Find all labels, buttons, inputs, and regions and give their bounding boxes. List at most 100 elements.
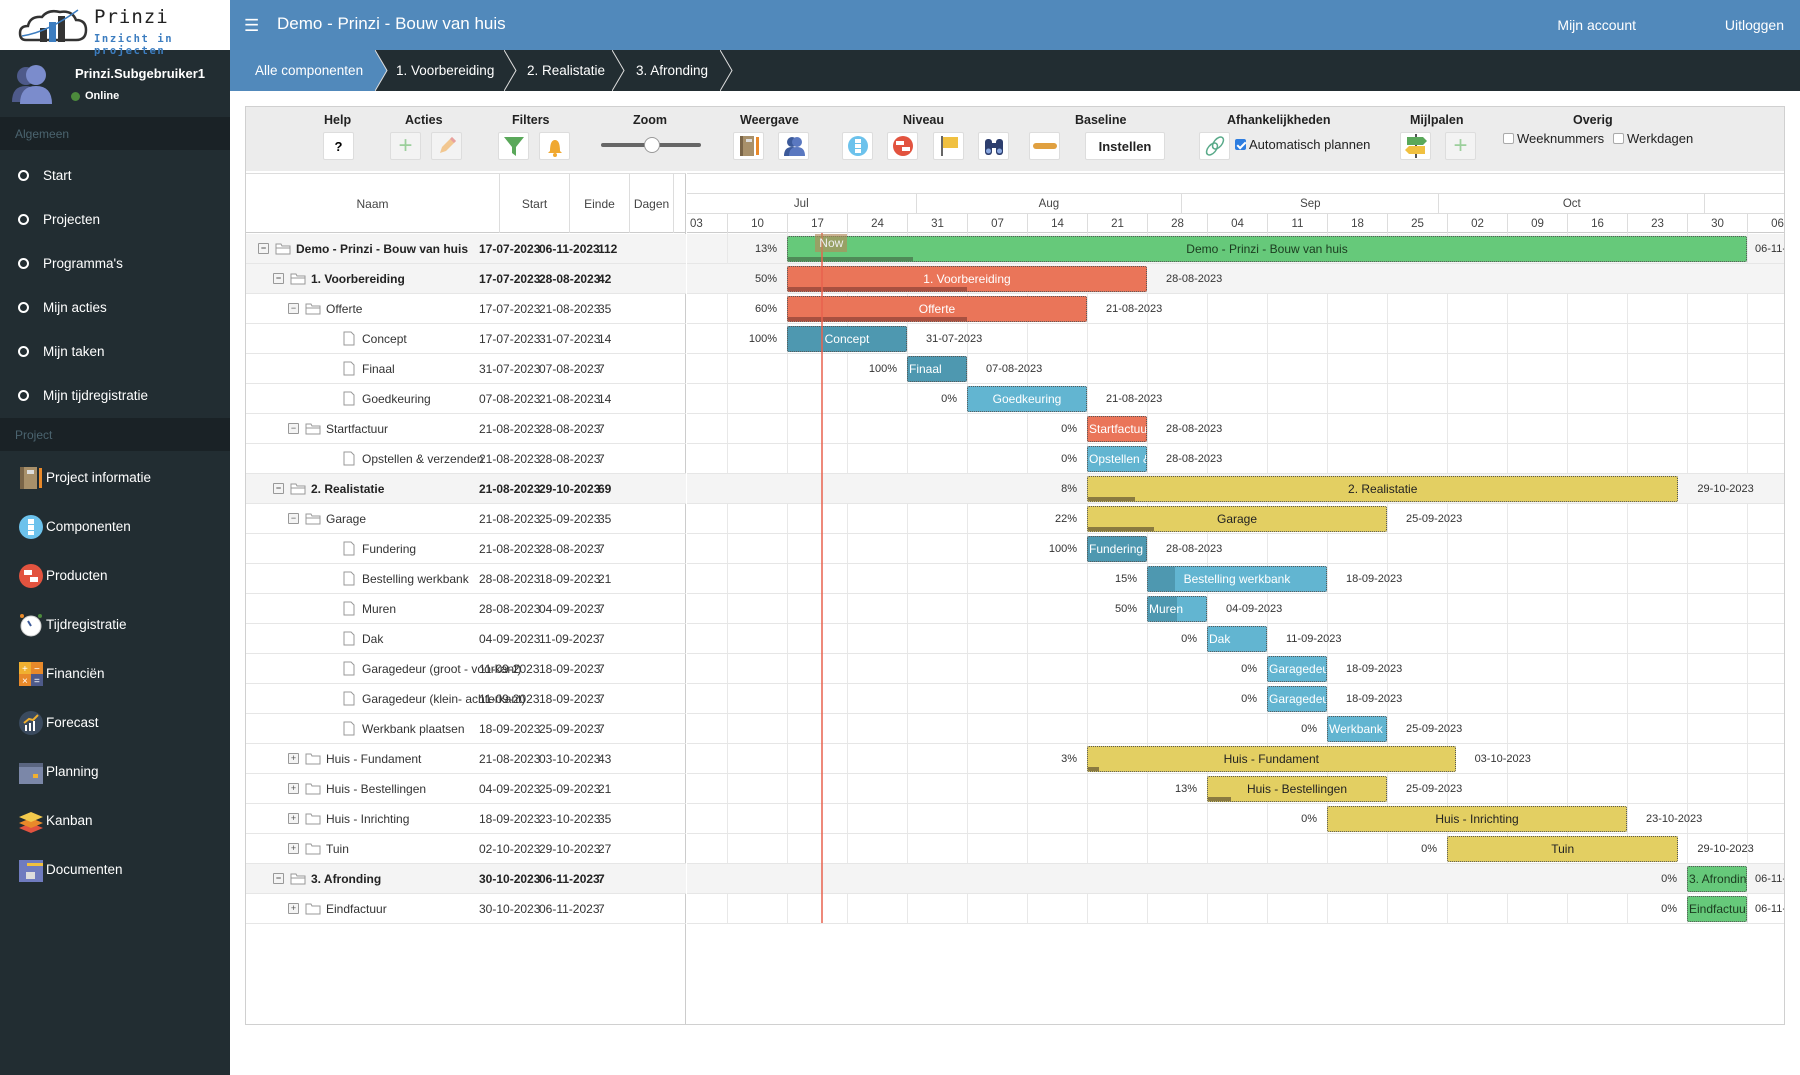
task-bar[interactable]: Demo - Prinzi - Bouw van huis bbox=[787, 236, 1747, 262]
breadcrumb-voorbereiding[interactable]: 1. Voorbereiding bbox=[396, 50, 508, 91]
task-bar[interactable]: Dak bbox=[1207, 626, 1267, 652]
weeknummers-checkbox-box[interactable] bbox=[1503, 133, 1514, 144]
task-bar[interactable]: Garagedeur (groot - voorkant) bbox=[1267, 656, 1327, 682]
notifications-filter-button[interactable] bbox=[539, 132, 570, 160]
task-bar[interactable]: Werkbank plaatsen bbox=[1327, 716, 1387, 742]
dependencies-button[interactable] bbox=[1199, 132, 1230, 160]
logo[interactable]: Prinzi Inzicht in projecten bbox=[0, 0, 230, 57]
table-row[interactable]: − Startfactuur 21-08-2023 28-08-2023 7 bbox=[246, 414, 686, 444]
task-bar[interactable]: Huis - Bestellingen bbox=[1207, 776, 1387, 802]
baseline-set-button[interactable]: Instellen bbox=[1085, 132, 1165, 160]
table-row[interactable]: + Huis - Fundament 21-08-2023 03-10-2023 43 bbox=[246, 744, 686, 774]
collapse-toggle-icon[interactable]: − bbox=[273, 483, 284, 494]
task-bar[interactable]: 1. Voorbereiding bbox=[787, 266, 1147, 292]
task-bar[interactable]: Huis - Inrichting bbox=[1327, 806, 1627, 832]
collapse-toggle-icon[interactable]: − bbox=[273, 873, 284, 884]
milestones-button[interactable] bbox=[1400, 132, 1431, 160]
table-row[interactable]: − 1. Voorbereiding 17-07-2023 28-08-2023 42 bbox=[246, 264, 686, 294]
edit-button[interactable] bbox=[431, 132, 462, 160]
table-row[interactable]: + Huis - Inrichting 18-09-2023 23-10-2023 35 bbox=[246, 804, 686, 834]
table-row[interactable]: Concept 17-07-2023 31-07-2023 14 bbox=[246, 324, 686, 354]
table-row[interactable]: Werkbank plaatsen 18-09-2023 25-09-2023 7 bbox=[246, 714, 686, 744]
sidebar-item-programmas[interactable]: Programma's bbox=[0, 241, 230, 285]
task-bar[interactable]: Startfactuur bbox=[1087, 416, 1147, 442]
zoom-slider-handle[interactable] bbox=[644, 137, 660, 153]
collapse-toggle-icon[interactable]: − bbox=[288, 303, 299, 314]
column-header-end[interactable]: Einde bbox=[570, 174, 630, 233]
sidebar-item-project-informatie[interactable]: Project informatie bbox=[0, 453, 230, 502]
task-bar[interactable]: Bestelling werkbank bbox=[1147, 566, 1327, 592]
task-bar[interactable]: 3. Afronding bbox=[1687, 866, 1747, 892]
level-search-button[interactable] bbox=[978, 132, 1009, 160]
table-row[interactable]: + Eindfactuur 30-10-2023 06-11-2023 7 bbox=[246, 894, 686, 924]
table-row[interactable]: Dak 04-09-2023 11-09-2023 7 bbox=[246, 624, 686, 654]
task-bar[interactable]: Garage bbox=[1087, 506, 1387, 532]
collapse-toggle-icon[interactable]: − bbox=[288, 423, 299, 434]
hamburger-icon[interactable]: ☰ bbox=[244, 16, 259, 36]
task-bar[interactable]: Muren bbox=[1147, 596, 1207, 622]
table-row[interactable]: Garagedeur (klein- achterkant) 11-09-2023… bbox=[246, 684, 686, 714]
task-bar[interactable]: Garagedeur (klein- achterkant) bbox=[1267, 686, 1327, 712]
sidebar-item-kanban[interactable]: Kanban bbox=[0, 796, 230, 845]
filter-button[interactable] bbox=[498, 132, 529, 160]
expand-toggle-icon[interactable]: + bbox=[288, 783, 299, 794]
expand-toggle-icon[interactable]: + bbox=[288, 753, 299, 764]
sidebar-item-componenten[interactable]: Componenten bbox=[0, 502, 230, 551]
task-bar[interactable]: Finaal bbox=[907, 356, 967, 382]
task-bar[interactable]: Eindfactuur bbox=[1687, 896, 1747, 922]
collapse-toggle-icon[interactable]: − bbox=[288, 513, 299, 524]
baseline-toggle-button[interactable] bbox=[1029, 132, 1060, 160]
sidebar-item-financien[interactable]: + − × = Financiën bbox=[0, 649, 230, 698]
task-bar[interactable]: Huis - Fundament bbox=[1087, 746, 1456, 772]
werkdagen-checkbox-box[interactable] bbox=[1613, 133, 1624, 144]
task-bar[interactable]: Tuin bbox=[1447, 836, 1679, 862]
sidebar-item-forecast[interactable]: Forecast bbox=[0, 698, 230, 747]
sidebar-item-start[interactable]: Start bbox=[0, 153, 230, 197]
table-row[interactable]: Opstellen & verzenden 21-08-2023 28-08-202… bbox=[246, 444, 686, 474]
column-header-days[interactable]: Dagen bbox=[630, 174, 674, 233]
table-row[interactable]: Bestelling werkbank 28-08-2023 18-09-2023 2… bbox=[246, 564, 686, 594]
help-button[interactable]: ? bbox=[323, 132, 354, 160]
task-bar[interactable]: Fundering bbox=[1087, 536, 1147, 562]
task-bar[interactable]: Concept bbox=[787, 326, 907, 352]
add-button[interactable]: + bbox=[390, 132, 421, 160]
sidebar-item-planning[interactable]: Planning bbox=[0, 747, 230, 796]
logout-link[interactable]: Uitloggen bbox=[1725, 17, 1784, 33]
werkdagen-checkbox[interactable]: Werkdagen bbox=[1613, 131, 1693, 146]
table-row[interactable]: Finaal 31-07-2023 07-08-2023 7 bbox=[246, 354, 686, 384]
sidebar-item-producten[interactable]: Producten bbox=[0, 551, 230, 600]
table-row[interactable]: + Huis - Bestellingen 04-09-2023 25-09-2023… bbox=[246, 774, 686, 804]
task-bar[interactable]: Goedkeuring bbox=[967, 386, 1087, 412]
table-row[interactable]: − Demo - Prinzi - Bouw van huis 17-07-2023… bbox=[246, 234, 686, 264]
auto-plan-checkbox-box[interactable] bbox=[1235, 139, 1246, 150]
level-milestones-button[interactable] bbox=[933, 132, 964, 160]
task-bar[interactable]: Opstellen & verzenden bbox=[1087, 446, 1147, 472]
table-row[interactable]: − Offerte 17-07-2023 21-08-2023 35 bbox=[246, 294, 686, 324]
zoom-slider[interactable] bbox=[601, 137, 701, 153]
level-products-button[interactable] bbox=[887, 132, 918, 160]
view-resources-button[interactable] bbox=[778, 132, 809, 160]
sidebar-item-mijn-acties[interactable]: Mijn acties bbox=[0, 285, 230, 329]
table-row[interactable]: Goedkeuring 07-08-2023 21-08-2023 14 bbox=[246, 384, 686, 414]
task-bar[interactable]: Offerte bbox=[787, 296, 1087, 322]
task-bar[interactable]: 2. Realistatie bbox=[1087, 476, 1679, 502]
my-account-link[interactable]: Mijn account bbox=[1557, 17, 1636, 33]
level-components-button[interactable] bbox=[842, 132, 873, 160]
sidebar-item-mijn-tijdregistratie[interactable]: Mijn tijdregistratie bbox=[0, 373, 230, 417]
table-row[interactable]: Garagedeur (groot - voorkant) 11-09-2023 1… bbox=[246, 654, 686, 684]
add-milestone-button[interactable]: + bbox=[1445, 132, 1476, 160]
auto-plan-checkbox[interactable]: Automatisch plannen bbox=[1235, 137, 1370, 152]
weeknummers-checkbox[interactable]: Weeknummers bbox=[1503, 131, 1604, 146]
sidebar-item-documenten[interactable]: Documenten bbox=[0, 845, 230, 894]
column-header-start[interactable]: Start bbox=[500, 174, 570, 233]
collapse-toggle-icon[interactable]: − bbox=[258, 243, 269, 254]
expand-toggle-icon[interactable]: + bbox=[288, 843, 299, 854]
expand-toggle-icon[interactable]: + bbox=[288, 903, 299, 914]
table-row[interactable]: Fundering 21-08-2023 28-08-2023 7 bbox=[246, 534, 686, 564]
sidebar-item-mijn-taken[interactable]: Mijn taken bbox=[0, 329, 230, 373]
table-row[interactable]: + Tuin 02-10-2023 29-10-2023 27 bbox=[246, 834, 686, 864]
table-row[interactable]: − 3. Afronding 30-10-2023 06-11-2023 7 bbox=[246, 864, 686, 894]
collapse-toggle-icon[interactable]: − bbox=[273, 273, 284, 284]
expand-toggle-icon[interactable]: + bbox=[288, 813, 299, 824]
breadcrumb-alle-componenten[interactable]: Alle componenten bbox=[230, 50, 375, 91]
